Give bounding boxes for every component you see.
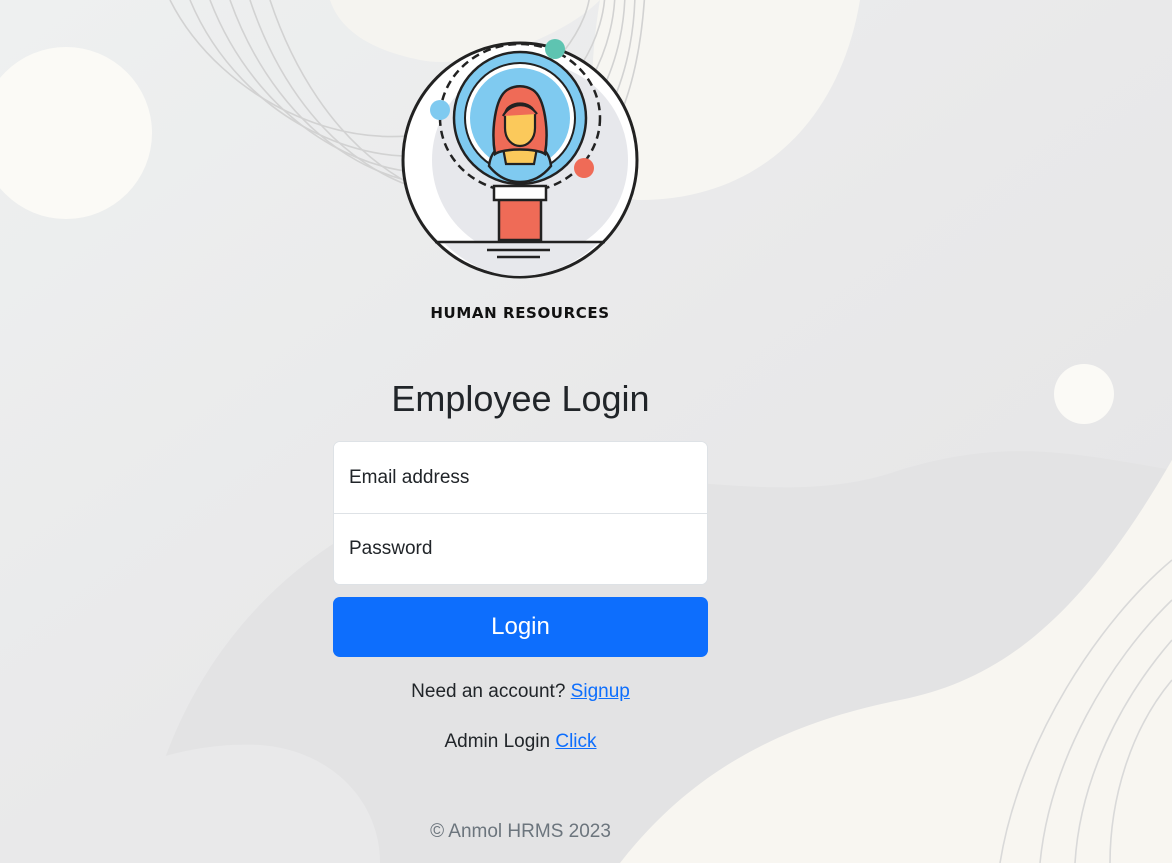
- login-button[interactable]: Login: [333, 597, 708, 657]
- signup-link[interactable]: Signup: [571, 681, 630, 702]
- login-form-fields: [333, 441, 708, 585]
- email-input[interactable]: [334, 442, 707, 513]
- admin-login-line: Admin Login Click: [333, 731, 708, 753]
- admin-login-link[interactable]: Click: [555, 731, 596, 752]
- password-input[interactable]: [334, 513, 707, 584]
- hr-employee-magnifier-icon: [401, 39, 639, 279]
- copyright-footer: © Anmol HRMS 2023: [430, 821, 611, 842]
- brand-caption: HUMAN RESOURCES: [430, 304, 610, 322]
- signup-prompt-text: Need an account?: [411, 681, 566, 702]
- admin-login-text: Admin Login: [444, 731, 551, 752]
- signup-prompt-line: Need an account? Signup: [333, 681, 708, 703]
- page-title: Employee Login: [391, 378, 650, 419]
